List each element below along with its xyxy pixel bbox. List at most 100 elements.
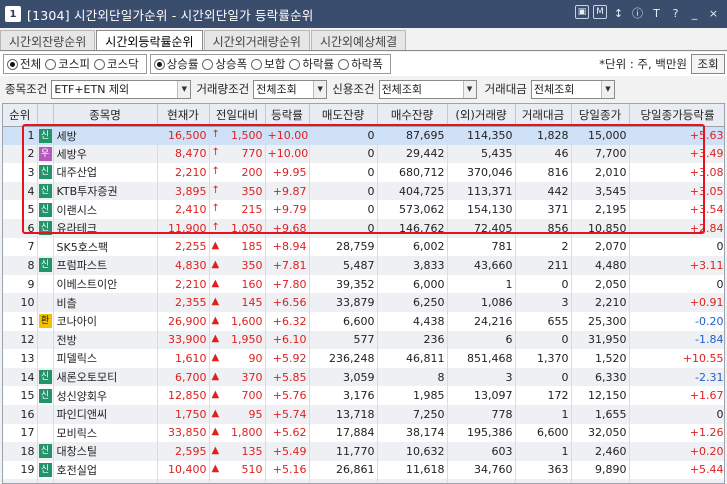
radio-dot[interactable] <box>45 58 57 70</box>
stock-name[interactable]: 코나아이 <box>53 311 158 331</box>
stock-name[interactable]: 이랜시스 <box>53 200 158 219</box>
stock-name[interactable]: 유라테크 <box>53 218 158 238</box>
table-row[interactable]: 4 신 KTB투자증권 3,895 ↑ 350 +9.87 0 404,725 113,371 44… <box>3 181 724 201</box>
minimize-icon[interactable]: _ <box>687 5 702 21</box>
table-row[interactable]: 15 신 성신양회우 12,850 ▲ 700 +5.76 3,176 1,985 13,097 1… <box>3 386 724 405</box>
resize-icon[interactable]: ↕ <box>611 5 626 21</box>
volume-cell: 6 <box>447 330 516 350</box>
stock-name[interactable]: 프럼파스트 <box>53 256 158 275</box>
close-icon[interactable]: × <box>706 5 721 21</box>
col-price[interactable]: 현재가 <box>157 104 210 127</box>
change-value: 160 <box>241 277 263 291</box>
stock-name[interactable]: 큐로홀딩스 <box>53 479 158 483</box>
table-row[interactable]: 6 신 유라테크 11,900 ↑ 1,050 +9.68 0 146,762 72,405 856… <box>3 218 724 238</box>
radio-dot[interactable] <box>7 58 18 70</box>
amount-condition-select[interactable]: 전체조회 ▼ <box>530 79 615 99</box>
font-size-icon[interactable]: T <box>649 5 664 21</box>
col-rank[interactable]: 순위 <box>3 104 38 127</box>
stock-name[interactable]: 파인디앤씨 <box>53 404 158 424</box>
col-close-rate[interactable]: 당일종가등락률 <box>629 104 724 127</box>
volume-cell: 603 <box>447 442 516 461</box>
table-row[interactable]: 5 신 이랜시스 2,410 ↑ 215 +9.79 0 573,062 154,130 371 2,… <box>3 200 724 219</box>
table-row[interactable]: 12 전방 33,900 ▲ 1,950 +6.10 577 236 6 0 31,950 -1.84 <box>3 330 724 350</box>
price-cell: 1,610 <box>157 349 210 368</box>
radio-dot[interactable] <box>93 58 105 70</box>
stock-name[interactable]: 피델릭스 <box>53 349 158 368</box>
rate-cell: +6.32 <box>265 311 310 331</box>
price-cell: 1,750 <box>157 404 210 424</box>
table-row[interactable]: 20 큐로홀딩스583▲28+5.0534,84511,2787,0494555-… <box>3 479 724 483</box>
radio-fall-rate[interactable]: 하락률 <box>289 56 334 72</box>
table-row[interactable]: 11 환 코나아이 26,900 ▲ 1,600 +6.32 6,600 4,438 24,216… <box>3 311 724 331</box>
radio-rise-amount[interactable]: 상승폭 <box>202 56 247 72</box>
unit-label: *단위 : 주, 백만원 <box>599 57 687 71</box>
table-row[interactable]: 2 우 세방우 8,470 ↑ 770 +10.00 0 29,442 5,435 46 7,700 +… <box>3 144 724 164</box>
table-row[interactable]: 7 SK5호스팩 2,255 ▲ 185 +8.94 28,759 6,002 781 2 2,07… <box>3 237 724 257</box>
help-icon[interactable]: ? <box>668 5 683 21</box>
ask-cell: 39,352 <box>309 274 378 294</box>
stock-name[interactable]: 대창스틸 <box>53 442 158 461</box>
radio-all[interactable]: 전체 <box>7 56 41 72</box>
amount-cell: 172 <box>515 386 572 405</box>
credit-condition-select[interactable]: 전체조회 ▼ <box>378 79 477 99</box>
table-row[interactable]: 10 비츨 2,355 ▲ 145 +6.56 33,879 6,250 1,086 3 2,210… <box>3 293 724 312</box>
radio-kosdaq[interactable]: 코스닥 <box>93 56 139 72</box>
col-amount[interactable]: 거래대금 <box>515 104 572 127</box>
tab-overtime-volume-rank[interactable]: 시간외잔량순위 <box>0 30 96 51</box>
stock-name[interactable]: 이베스트이안 <box>53 274 158 294</box>
col-ask[interactable]: 매도잔량 <box>309 104 378 127</box>
stock-name[interactable]: 성신양회우 <box>53 386 158 405</box>
table-row[interactable]: 14 신 새론오토모티 6,700 ▲ 370 +5.85 3,059 8 3 0 6,330 -2.3… <box>3 367 724 387</box>
rate-cell: +7.80 <box>265 274 310 294</box>
volume-condition-select[interactable]: 전체조회 ▼ <box>253 79 328 99</box>
tab-overtime-trade-rank[interactable]: 시간외거래량순위 <box>203 30 310 51</box>
radio-flat[interactable]: 보합 <box>251 56 285 72</box>
stock-name[interactable]: 대주산업 <box>53 163 158 182</box>
stock-name[interactable]: 전방 <box>53 330 158 350</box>
table-row[interactable]: 16 파인디앤씨 1,750 ▲ 95 +5.74 13,718 7,250 778 1 1,655… <box>3 404 724 424</box>
tab-overtime-change-rank[interactable]: 시간외등락률순위 <box>96 30 203 51</box>
stock-name[interactable]: 새론오토모티 <box>53 367 158 387</box>
radio-rise-rate[interactable]: 상승률 <box>153 56 198 72</box>
bid-cell: 11,618 <box>377 460 448 480</box>
table-row[interactable]: 3 신 대주산업 2,210 ↑ 200 +9.95 0 680,712 370,046 816 2,… <box>3 163 724 182</box>
radio-kospi[interactable]: 코스피 <box>45 56 90 72</box>
link-icon[interactable]: ▣ <box>575 5 589 19</box>
close-rate-cell: +5.44 <box>629 460 724 480</box>
radio-dot[interactable] <box>251 58 263 70</box>
up-arrow-icon: ↑ <box>211 129 220 141</box>
table-row[interactable]: 17 모비릭스 33,850 ▲ 1,800 +5.62 17,884 38,174 195,3… <box>3 423 724 443</box>
col-rate[interactable]: 등락률 <box>265 104 310 127</box>
col-name[interactable]: 종목명 <box>53 104 158 127</box>
radio-dot[interactable] <box>202 58 214 70</box>
query-button[interactable]: 조회 <box>691 54 725 74</box>
table-row[interactable]: 19 신 호전실업 10,400 ▲ 510 +5.16 26,861 11,618 34,760… <box>3 460 724 480</box>
col-close[interactable]: 당일종가 <box>571 104 630 127</box>
col-change[interactable]: 전일대비 <box>209 104 266 127</box>
table-row[interactable]: 1 신 세방 16,500 ↑ 1,500 +10.00 0 87,695 114,350 1,82… <box>3 126 724 145</box>
radio-fall-amount[interactable]: 하락폭 <box>338 56 383 72</box>
stock-condition-select[interactable]: ETF+ETN 제외 ▼ <box>51 79 192 99</box>
col-volume[interactable]: (외)거래량 <box>447 104 516 127</box>
info-icon[interactable]: ⓘ <box>630 5 645 21</box>
stock-name[interactable]: 비츨 <box>53 293 158 312</box>
window-number: 1 <box>5 6 21 22</box>
stock-name[interactable]: KTB투자증권 <box>53 181 158 201</box>
radio-dot[interactable] <box>153 58 165 70</box>
table-row[interactable]: 13 피델릭스 1,610 ▲ 90 +5.92 236,248 46,811 851,468 1… <box>3 349 724 368</box>
memo-icon[interactable]: M <box>593 5 607 19</box>
up-arrow-icon: ↑ <box>211 221 220 233</box>
radio-dot[interactable] <box>289 58 301 70</box>
col-bid[interactable]: 매수잔량 <box>377 104 448 127</box>
stock-name[interactable]: 모비릭스 <box>53 423 158 443</box>
stock-name[interactable]: 호전실업 <box>53 460 158 480</box>
table-row[interactable]: 18 신 대창스틸 2,595 ▲ 135 +5.49 11,770 10,632 603 1 2,4… <box>3 442 724 461</box>
stock-name[interactable]: 세방 <box>53 126 158 145</box>
table-row[interactable]: 9 이베스트이안 2,210 ▲ 160 +7.80 39,352 6,000 1 0 2,050 0 <box>3 274 724 294</box>
stock-name[interactable]: 세방우 <box>53 144 158 164</box>
change-value: 200 <box>241 165 263 179</box>
tab-overtime-expected[interactable]: 시간외예상체결 <box>310 30 407 51</box>
stock-name[interactable]: SK5호스팩 <box>53 237 158 257</box>
table-row[interactable]: 8 신 프럼파스트 4,830 ▲ 350 +7.81 5,487 3,833 43,660 211… <box>3 256 724 275</box>
radio-dot[interactable] <box>338 58 350 70</box>
